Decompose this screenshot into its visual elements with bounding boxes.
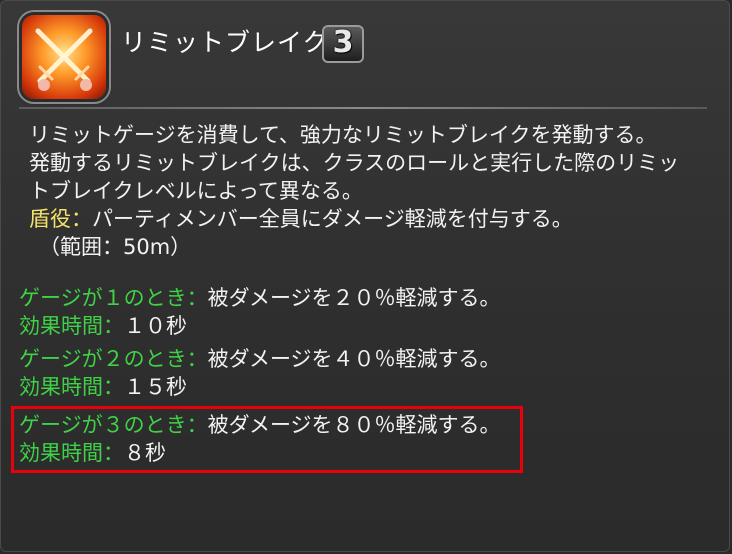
description-line-2: 発動するリミットブレイクは、クラスのロールと実行した際のリミッ bbox=[29, 151, 680, 175]
duration-label: 効果時間： bbox=[19, 314, 124, 338]
duration-label: 効果時間： bbox=[19, 375, 124, 399]
gauge-condition: ゲージが２のとき： bbox=[19, 347, 208, 371]
highlight-box bbox=[11, 406, 523, 473]
description: リミットゲージを消費して、強力なリミットブレイクを発動する。 発動するリミットブ… bbox=[29, 121, 719, 261]
action-tooltip: リミットブレイク 3 リミットゲージを消費して、強力なリミットブレイクを発動する… bbox=[0, 0, 730, 552]
description-line-1: リミットゲージを消費して、強力なリミットブレイクを発動する。 bbox=[29, 123, 657, 147]
gauge-effect: 被ダメージを４０％軽減する。 bbox=[207, 347, 501, 371]
divider bbox=[19, 107, 707, 109]
description-line-3: トブレイクレベルによって異なる。 bbox=[29, 179, 363, 203]
duration-value: １５秒 bbox=[124, 375, 187, 399]
role-text: パーティメンバー全員にダメージ軽減を付与する。 bbox=[92, 207, 573, 231]
range-text: （範囲：50m） bbox=[39, 235, 192, 259]
role-line: 盾役：パーティメンバー全員にダメージ軽減を付与する。 bbox=[29, 205, 719, 233]
gauge-level-2: ゲージが２のとき：被ダメージを４０％軽減する。 効果時間：１５秒 bbox=[19, 345, 579, 401]
gauge-level-1: ゲージが１のとき：被ダメージを２０％軽減する。 効果時間：１０秒 bbox=[19, 284, 579, 340]
level-badge: 3 bbox=[322, 25, 364, 63]
role-label: 盾役： bbox=[29, 207, 92, 231]
crossed-swords-icon bbox=[22, 15, 106, 99]
action-title: リミットブレイク bbox=[121, 28, 329, 57]
duration-value: １０秒 bbox=[124, 314, 187, 338]
gauge-condition: ゲージが１のとき： bbox=[19, 286, 208, 310]
gauge-effect: 被ダメージを２０％軽減する。 bbox=[207, 286, 501, 310]
